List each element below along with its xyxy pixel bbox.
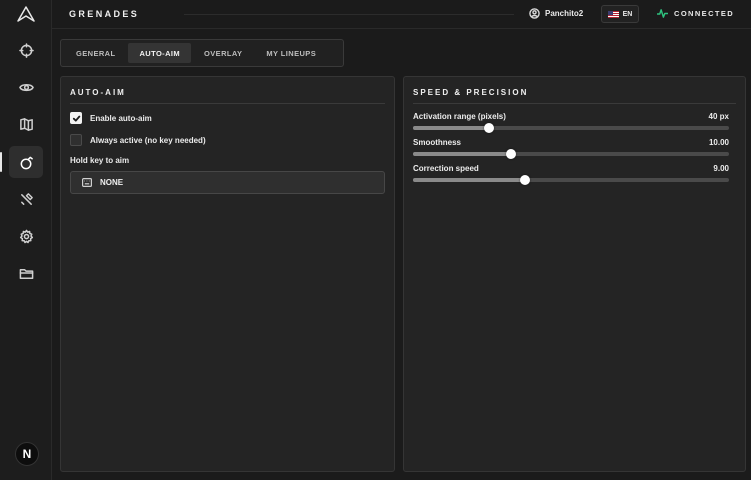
always-active-checkbox[interactable] <box>70 134 82 146</box>
folder-icon <box>19 268 33 279</box>
enable-auto-aim-checkbox[interactable] <box>70 112 82 124</box>
smoothness-slider[interactable] <box>413 149 729 159</box>
connection-label: CONNECTED <box>674 9 735 18</box>
activation-range-slider-row: Activation range (pixels) 40 px <box>413 112 729 133</box>
enable-auto-aim-label: Enable auto-aim <box>90 113 152 123</box>
activation-range-slider[interactable] <box>413 123 729 133</box>
settings-icon <box>19 229 33 243</box>
enable-auto-aim-row[interactable]: Enable auto-aim <box>70 112 152 124</box>
slider-value: 40 px <box>708 112 729 121</box>
slider-label: Activation range (pixels) <box>413 112 506 121</box>
sidebar-item-settings[interactable] <box>9 220 43 252</box>
sidebar-item-grenades[interactable] <box>9 146 43 178</box>
hold-key-value: NONE <box>100 178 124 187</box>
panel-title: AUTO-AIM <box>70 88 126 97</box>
slider-fill <box>413 178 526 182</box>
slider-thumb[interactable] <box>505 149 516 159</box>
sidebar-item-aim[interactable] <box>9 34 43 66</box>
correction-speed-slider-row: Correction speed 9.00 <box>413 164 729 185</box>
language-label: EN <box>622 10 633 18</box>
keyboard-icon <box>82 178 92 187</box>
panel-divider <box>413 103 736 104</box>
correction-speed-slider[interactable] <box>413 175 729 185</box>
app-logo-icon <box>17 6 35 22</box>
activity-icon <box>657 9 668 18</box>
speed-precision-panel: SPEED & PRECISION Activation range (pixe… <box>403 76 746 472</box>
checkmark-icon <box>72 115 80 122</box>
us-flag-icon <box>607 10 619 18</box>
tab-bar: GENERAL AUTO-AIM OVERLAY MY LINEUPS <box>60 39 344 67</box>
panel-title: SPEED & PRECISION <box>413 88 529 97</box>
top-header: GRENADES Panchito2 EN CONNECTED <box>52 0 751 29</box>
slider-label: Correction speed <box>413 164 479 173</box>
map-icon <box>19 117 33 131</box>
sidebar: N <box>0 0 52 480</box>
hold-key-label: Hold key to aim <box>70 156 130 165</box>
sidebar-item-visuals[interactable] <box>9 71 43 103</box>
slider-value: 10.00 <box>708 138 729 147</box>
always-active-row[interactable]: Always active (no key needed) <box>70 134 206 146</box>
connection-status: CONNECTED <box>657 8 734 19</box>
tools-icon <box>20 192 33 205</box>
sidebar-item-configs[interactable] <box>9 257 43 289</box>
page-title: GRENADES <box>69 9 140 19</box>
eye-icon <box>18 83 34 91</box>
slider-thumb[interactable] <box>520 175 531 185</box>
tab-my-lineups[interactable]: MY LINEUPS <box>255 43 327 63</box>
auto-aim-panel: AUTO-AIM Enable auto-aim Always active (… <box>60 76 395 472</box>
hold-key-input[interactable]: NONE <box>70 171 385 194</box>
user-icon <box>529 8 540 19</box>
smoothness-slider-row: Smoothness 10.00 <box>413 138 729 159</box>
always-active-label: Always active (no key needed) <box>90 135 206 145</box>
slider-thumb[interactable] <box>483 123 494 133</box>
sidebar-item-map[interactable] <box>9 108 43 140</box>
grenade-icon <box>20 156 33 169</box>
slider-fill <box>413 126 489 130</box>
slider-value: 9.00 <box>713 164 729 173</box>
brand-badge[interactable]: N <box>15 442 39 466</box>
crosshair-icon <box>18 42 34 58</box>
slider-label: Smoothness <box>413 138 462 147</box>
active-nav-indicator <box>0 152 2 172</box>
tab-general[interactable]: GENERAL <box>65 43 126 63</box>
slider-fill <box>413 152 511 156</box>
username: Panchito2 <box>545 9 584 18</box>
tab-overlay[interactable]: OVERLAY <box>193 43 253 63</box>
tab-auto-aim[interactable]: AUTO-AIM <box>128 43 192 63</box>
user-account[interactable]: Panchito2 <box>529 8 583 19</box>
header-divider <box>184 14 514 15</box>
panel-divider <box>70 103 385 104</box>
sidebar-item-misc[interactable] <box>9 183 43 215</box>
language-button[interactable]: EN <box>601 5 639 23</box>
